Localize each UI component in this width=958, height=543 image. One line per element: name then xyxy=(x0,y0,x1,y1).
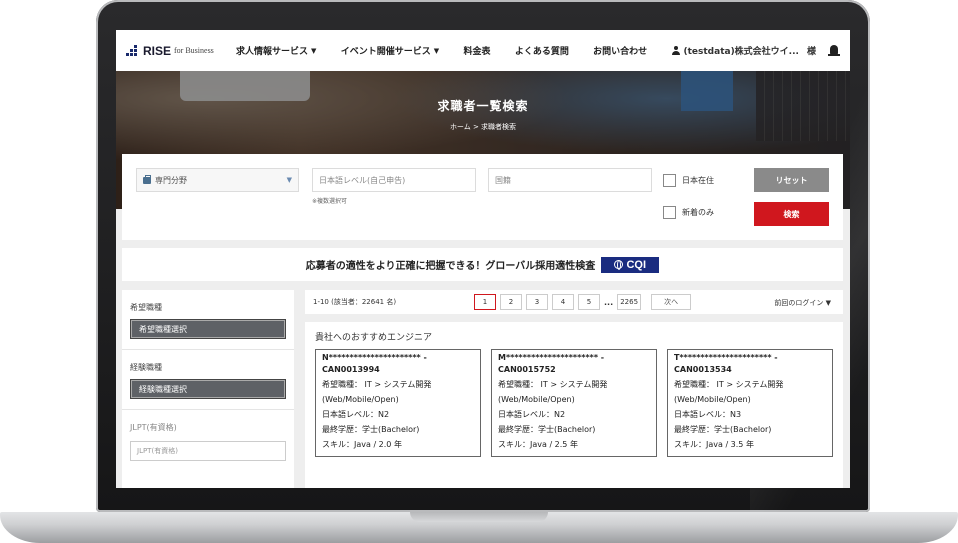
candidate-education: 最終学歴：学士(Bachelor) xyxy=(674,425,772,434)
recommended-title: 貴社へのおすすめエンジニア xyxy=(315,333,433,343)
candidate-skill: スキル：Java / 3.5 年 xyxy=(674,440,754,449)
result-count: 1-10 (該当者：22641 名) xyxy=(313,298,397,306)
site-header: RISE for Business 求人情報サービス ▼ イベント開催サービス ▼ … xyxy=(116,30,850,71)
candidate-desired-job-detail: (Web/Mobile/Open) xyxy=(498,395,575,404)
user-menu[interactable]: (testdata)株式会社ウイ... 様 xyxy=(671,44,840,58)
specialty-label: 専門分野 xyxy=(155,175,187,185)
desired-job-label: 希望職種 xyxy=(130,303,162,312)
user-suffix: 様 xyxy=(806,47,816,57)
sort-select[interactable]: 前回のログイン ▼ xyxy=(774,298,831,308)
page-button[interactable]: 4 xyxy=(552,294,574,310)
checkbox-label: 新着のみ xyxy=(682,208,714,217)
jlpt-input[interactable]: JLPT(有資格) xyxy=(130,441,286,461)
page-button[interactable]: 5 xyxy=(578,294,600,310)
jlpt-level-field[interactable]: 日本語レベル(自己申告) xyxy=(312,168,476,192)
candidate-id: CAN0013994 xyxy=(322,365,380,374)
results-area: 1-10 (該当者：22641 名) 1 2 3 4 5 ... 2265 次へ… xyxy=(305,290,843,488)
pagination: 1 2 3 4 5 ... 2265 次へ xyxy=(474,294,692,310)
logo-main-text: RISE xyxy=(143,43,172,58)
nav-event-service[interactable]: イベント開催サービス ▼ xyxy=(340,44,440,58)
candidate-cards: N********************** - CAN0013994 希望職… xyxy=(315,349,833,457)
nav-job-info-service[interactable]: 求人情報サービス ▼ xyxy=(236,44,317,58)
laptop-notch xyxy=(410,512,548,522)
logo-dots-icon xyxy=(126,44,140,57)
nav-pricing[interactable]: 料金表 xyxy=(463,44,490,57)
search-button[interactable]: 検索 xyxy=(754,202,829,226)
results-toolbar: 1-10 (該当者：22641 名) 1 2 3 4 5 ... 2265 次へ… xyxy=(305,290,843,314)
checkbox-label: 日本在住 xyxy=(682,176,714,185)
divider xyxy=(122,349,294,350)
browser-screen: RISE for Business 求人情報サービス ▼ イベント開催サービス ▼ … xyxy=(116,30,850,488)
new-only-checkbox[interactable]: 新着のみ xyxy=(663,206,714,219)
globe-icon xyxy=(614,260,624,270)
filter-sidebar: 希望職種 希望職種選択 経験職種 経験職種選択 JLPT(有資格) JLPT(有… xyxy=(122,290,294,488)
experience-job-select-button[interactable]: 経験職種選択 xyxy=(130,379,286,399)
candidate-id: CAN0013534 xyxy=(674,365,732,374)
candidate-desired-job: 希望職種： IT > システム開発 xyxy=(674,380,784,389)
next-page-button[interactable]: 次へ xyxy=(651,294,692,310)
candidate-name: N********************** - xyxy=(322,353,427,362)
last-page-button[interactable]: 2265 xyxy=(617,294,642,310)
breadcrumb[interactable]: ホーム > 求職者検索 xyxy=(116,122,850,132)
candidate-card[interactable]: M********************** - CAN0015752 希望職… xyxy=(491,349,657,457)
residing-japan-checkbox[interactable]: 日本在住 xyxy=(663,174,714,187)
nav-label: 求人情報サービス xyxy=(236,47,309,57)
site-logo[interactable]: RISE for Business xyxy=(126,44,236,58)
cqi-badge: CQI xyxy=(601,256,660,273)
candidate-name: M********************** - xyxy=(498,353,605,362)
jlpt-label: JLPT(有資格) xyxy=(130,423,177,432)
page-title: 求職者一覧検索 xyxy=(437,99,529,113)
candidate-skill: スキル：Java / 2.0 年 xyxy=(322,440,402,449)
main-nav: 求人情報サービス ▼ イベント開催サービス ▼ 料金表 よくある質問 お問い合わせ … xyxy=(236,44,840,58)
nav-contact[interactable]: お問い合わせ xyxy=(593,44,647,57)
caret-down-icon: ▼ xyxy=(825,299,831,307)
page-button[interactable]: 1 xyxy=(474,294,496,310)
bell-icon[interactable] xyxy=(827,44,840,58)
multi-select-note: ※複数選択可 xyxy=(312,198,348,205)
candidate-desired-job: 希望職種： IT > システム開発 xyxy=(498,380,608,389)
checkbox-box[interactable] xyxy=(663,206,676,219)
candidate-desired-job-detail: (Web/Mobile/Open) xyxy=(674,395,751,404)
candidate-id: CAN0015752 xyxy=(498,365,556,374)
candidate-name: T********************** - xyxy=(674,353,778,362)
user-icon xyxy=(671,46,680,55)
candidate-skill: スキル：Java / 2.5 年 xyxy=(498,440,578,449)
banner-text: 応募者の適性をより正確に把握できる！グローバル採用適性検査 xyxy=(305,261,596,272)
search-panel: 専門分野 ▼ 日本語レベル(自己申告) ※複数選択可 国籍 日本在住 新着のみ … xyxy=(122,154,843,240)
candidate-jlpt: 日本語レベル：N3 xyxy=(674,410,742,419)
experience-job-label: 経験職種 xyxy=(130,363,162,372)
candidate-education: 最終学歴：学士(Bachelor) xyxy=(322,425,420,434)
nav-faq[interactable]: よくある質問 xyxy=(515,44,569,57)
candidate-desired-job: 希望職種： IT > システム開発 xyxy=(322,380,432,389)
reset-button[interactable]: リセット xyxy=(754,168,829,192)
nav-label: イベント開催サービス xyxy=(340,47,431,57)
candidate-desired-job-detail: (Web/Mobile/Open) xyxy=(322,395,399,404)
divider xyxy=(122,409,294,410)
sort-label: 前回のログイン xyxy=(774,299,824,307)
desired-job-select-button[interactable]: 希望職種選択 xyxy=(130,319,286,339)
candidate-jlpt: 日本語レベル：N2 xyxy=(498,410,566,419)
caret-down-icon: ▼ xyxy=(311,46,317,55)
briefcase-icon xyxy=(143,174,151,184)
recommended-section: 貴社へのおすすめエンジニア N********************** - … xyxy=(305,322,843,488)
cqi-banner[interactable]: 応募者の適性をより正確に把握できる！グローバル採用適性検査 CQI xyxy=(122,248,843,281)
user-name: (testdata)株式会社ウイ... xyxy=(683,47,799,57)
logo-sub-text: for Business xyxy=(174,46,214,55)
caret-down-icon: ▼ xyxy=(433,46,440,55)
checkbox-box[interactable] xyxy=(663,174,676,187)
page-button[interactable]: 3 xyxy=(526,294,548,310)
nationality-field[interactable]: 国籍 xyxy=(488,168,652,192)
page-button[interactable]: 2 xyxy=(500,294,522,310)
candidate-education: 最終学歴：学士(Bachelor) xyxy=(498,425,596,434)
candidate-card[interactable]: T********************** - CAN0013534 希望職… xyxy=(667,349,833,457)
specialty-select[interactable]: 専門分野 ▼ xyxy=(136,168,299,192)
candidate-card[interactable]: N********************** - CAN0013994 希望職… xyxy=(315,349,481,457)
chevron-down-icon: ▼ xyxy=(286,176,292,184)
page-ellipsis: ... xyxy=(604,297,614,307)
candidate-jlpt: 日本語レベル：N2 xyxy=(322,410,390,419)
cqi-badge-text: CQI xyxy=(626,258,647,271)
